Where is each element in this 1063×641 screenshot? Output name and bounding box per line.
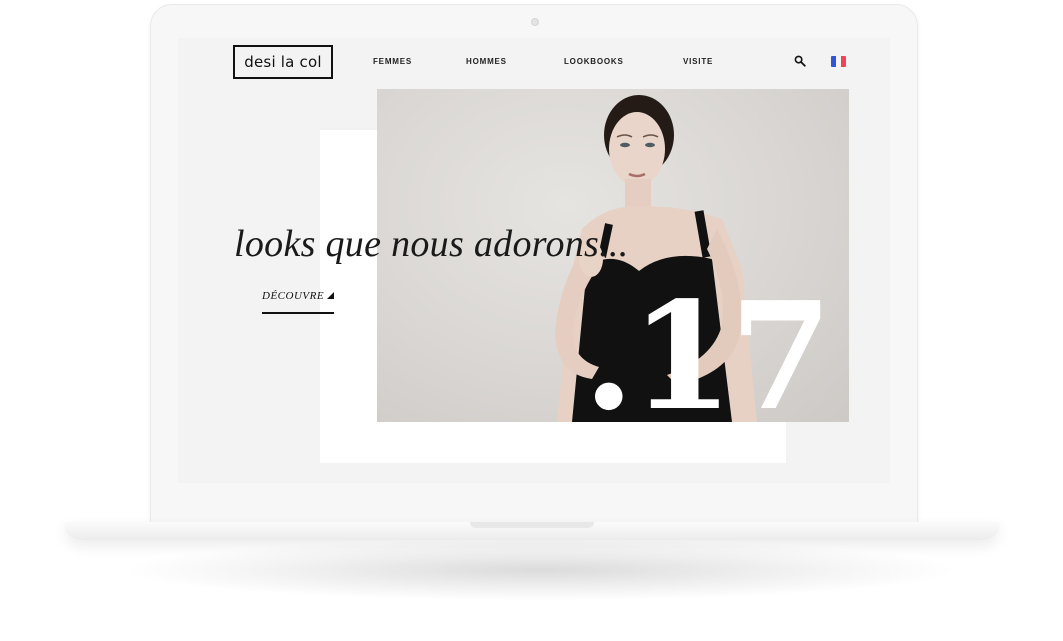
decouvre-button-label: DÉCOUVRE <box>262 290 325 302</box>
brand-logo[interactable]: desi la col <box>233 45 333 79</box>
laptop-shadow <box>130 540 950 600</box>
nav-item-hommes[interactable]: HOMMES <box>466 57 507 66</box>
nav-item-visite[interactable]: VISITE <box>683 57 713 66</box>
laptop-base-notch <box>470 522 594 528</box>
corner-arrow-icon <box>327 292 334 299</box>
french-flag-icon[interactable] <box>831 56 846 67</box>
website-screen: desi la col FEMMES HOMMES LOOKBOOKS VISI… <box>178 38 890 483</box>
laptop-camera <box>531 18 539 26</box>
nav-item-femmes[interactable]: FEMMES <box>373 57 412 66</box>
nav-item-lookbooks[interactable]: LOOKBOOKS <box>564 57 624 66</box>
search-icon[interactable] <box>794 55 806 67</box>
hero-tagline: looks que nous adorons... <box>234 223 629 265</box>
decouvre-button[interactable]: DÉCOUVRE <box>262 288 334 314</box>
hero-issue-number: .17 <box>583 269 832 443</box>
brand-logo-text: desi la col <box>244 53 322 71</box>
